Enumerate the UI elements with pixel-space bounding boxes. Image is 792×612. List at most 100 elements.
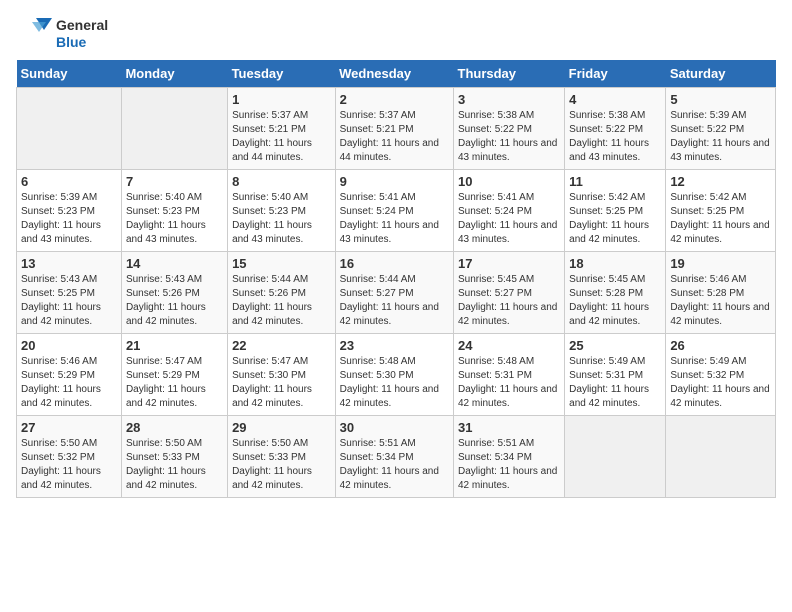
calendar-cell <box>17 88 122 170</box>
day-info: Sunrise: 5:46 AMSunset: 5:28 PMDaylight:… <box>670 274 769 327</box>
day-info: Sunrise: 5:48 AMSunset: 5:31 PMDaylight:… <box>458 356 557 409</box>
day-info: Sunrise: 5:42 AMSunset: 5:25 PMDaylight:… <box>569 192 649 245</box>
day-number: 16 <box>340 256 449 271</box>
day-info: Sunrise: 5:47 AMSunset: 5:29 PMDaylight:… <box>126 356 206 409</box>
calendar-cell: 7 Sunrise: 5:40 AMSunset: 5:23 PMDayligh… <box>121 170 227 252</box>
day-info: Sunrise: 5:44 AMSunset: 5:26 PMDaylight:… <box>232 274 312 327</box>
day-number: 28 <box>126 420 223 435</box>
day-number: 13 <box>21 256 117 271</box>
day-number: 11 <box>569 174 661 189</box>
day-number: 7 <box>126 174 223 189</box>
day-info: Sunrise: 5:39 AMSunset: 5:23 PMDaylight:… <box>21 192 101 245</box>
day-number: 31 <box>458 420 560 435</box>
day-info: Sunrise: 5:38 AMSunset: 5:22 PMDaylight:… <box>569 110 649 163</box>
day-number: 24 <box>458 338 560 353</box>
day-number: 5 <box>670 92 771 107</box>
calendar-table: SundayMondayTuesdayWednesdayThursdayFrid… <box>16 60 776 498</box>
day-info: Sunrise: 5:37 AMSunset: 5:21 PMDaylight:… <box>340 110 439 163</box>
day-info: Sunrise: 5:38 AMSunset: 5:22 PMDaylight:… <box>458 110 557 163</box>
day-info: Sunrise: 5:41 AMSunset: 5:24 PMDaylight:… <box>340 192 439 245</box>
day-info: Sunrise: 5:40 AMSunset: 5:23 PMDaylight:… <box>232 192 312 245</box>
logo-general: General <box>56 17 108 34</box>
calendar-cell: 4 Sunrise: 5:38 AMSunset: 5:22 PMDayligh… <box>565 88 666 170</box>
day-info: Sunrise: 5:44 AMSunset: 5:27 PMDaylight:… <box>340 274 439 327</box>
header-day-thursday: Thursday <box>454 60 565 88</box>
calendar-cell: 19 Sunrise: 5:46 AMSunset: 5:28 PMDaylig… <box>666 252 776 334</box>
header-day-sunday: Sunday <box>17 60 122 88</box>
header-day-monday: Monday <box>121 60 227 88</box>
header: General Blue <box>16 16 776 52</box>
calendar-cell: 20 Sunrise: 5:46 AMSunset: 5:29 PMDaylig… <box>17 334 122 416</box>
calendar-week-5: 27 Sunrise: 5:50 AMSunset: 5:32 PMDaylig… <box>17 416 776 498</box>
day-number: 14 <box>126 256 223 271</box>
calendar-cell: 29 Sunrise: 5:50 AMSunset: 5:33 PMDaylig… <box>228 416 336 498</box>
day-info: Sunrise: 5:39 AMSunset: 5:22 PMDaylight:… <box>670 110 769 163</box>
logo-blue: Blue <box>56 34 108 51</box>
calendar-cell: 8 Sunrise: 5:40 AMSunset: 5:23 PMDayligh… <box>228 170 336 252</box>
header-day-saturday: Saturday <box>666 60 776 88</box>
calendar-cell: 27 Sunrise: 5:50 AMSunset: 5:32 PMDaylig… <box>17 416 122 498</box>
calendar-cell: 31 Sunrise: 5:51 AMSunset: 5:34 PMDaylig… <box>454 416 565 498</box>
day-number: 21 <box>126 338 223 353</box>
calendar-cell: 21 Sunrise: 5:47 AMSunset: 5:29 PMDaylig… <box>121 334 227 416</box>
logo: General Blue <box>16 16 108 52</box>
day-info: Sunrise: 5:46 AMSunset: 5:29 PMDaylight:… <box>21 356 101 409</box>
day-info: Sunrise: 5:43 AMSunset: 5:26 PMDaylight:… <box>126 274 206 327</box>
day-info: Sunrise: 5:49 AMSunset: 5:32 PMDaylight:… <box>670 356 769 409</box>
day-info: Sunrise: 5:51 AMSunset: 5:34 PMDaylight:… <box>458 438 557 491</box>
calendar-cell: 13 Sunrise: 5:43 AMSunset: 5:25 PMDaylig… <box>17 252 122 334</box>
day-info: Sunrise: 5:50 AMSunset: 5:32 PMDaylight:… <box>21 438 101 491</box>
calendar-cell: 12 Sunrise: 5:42 AMSunset: 5:25 PMDaylig… <box>666 170 776 252</box>
day-info: Sunrise: 5:41 AMSunset: 5:24 PMDaylight:… <box>458 192 557 245</box>
day-number: 22 <box>232 338 331 353</box>
calendar-cell: 17 Sunrise: 5:45 AMSunset: 5:27 PMDaylig… <box>454 252 565 334</box>
calendar-cell: 1 Sunrise: 5:37 AMSunset: 5:21 PMDayligh… <box>228 88 336 170</box>
calendar-cell: 18 Sunrise: 5:45 AMSunset: 5:28 PMDaylig… <box>565 252 666 334</box>
day-number: 17 <box>458 256 560 271</box>
calendar-cell: 5 Sunrise: 5:39 AMSunset: 5:22 PMDayligh… <box>666 88 776 170</box>
calendar-cell: 23 Sunrise: 5:48 AMSunset: 5:30 PMDaylig… <box>335 334 453 416</box>
day-number: 10 <box>458 174 560 189</box>
calendar-cell: 2 Sunrise: 5:37 AMSunset: 5:21 PMDayligh… <box>335 88 453 170</box>
calendar-cell: 22 Sunrise: 5:47 AMSunset: 5:30 PMDaylig… <box>228 334 336 416</box>
day-info: Sunrise: 5:48 AMSunset: 5:30 PMDaylight:… <box>340 356 439 409</box>
calendar-cell <box>666 416 776 498</box>
day-number: 27 <box>21 420 117 435</box>
calendar-cell: 25 Sunrise: 5:49 AMSunset: 5:31 PMDaylig… <box>565 334 666 416</box>
day-info: Sunrise: 5:47 AMSunset: 5:30 PMDaylight:… <box>232 356 312 409</box>
calendar-cell: 15 Sunrise: 5:44 AMSunset: 5:26 PMDaylig… <box>228 252 336 334</box>
calendar-header-row: SundayMondayTuesdayWednesdayThursdayFrid… <box>17 60 776 88</box>
calendar-week-3: 13 Sunrise: 5:43 AMSunset: 5:25 PMDaylig… <box>17 252 776 334</box>
calendar-cell <box>121 88 227 170</box>
day-info: Sunrise: 5:45 AMSunset: 5:27 PMDaylight:… <box>458 274 557 327</box>
calendar-week-4: 20 Sunrise: 5:46 AMSunset: 5:29 PMDaylig… <box>17 334 776 416</box>
calendar-cell: 26 Sunrise: 5:49 AMSunset: 5:32 PMDaylig… <box>666 334 776 416</box>
day-info: Sunrise: 5:37 AMSunset: 5:21 PMDaylight:… <box>232 110 312 163</box>
day-info: Sunrise: 5:50 AMSunset: 5:33 PMDaylight:… <box>126 438 206 491</box>
day-number: 29 <box>232 420 331 435</box>
day-number: 12 <box>670 174 771 189</box>
day-info: Sunrise: 5:45 AMSunset: 5:28 PMDaylight:… <box>569 274 649 327</box>
day-number: 20 <box>21 338 117 353</box>
day-info: Sunrise: 5:50 AMSunset: 5:33 PMDaylight:… <box>232 438 312 491</box>
day-number: 4 <box>569 92 661 107</box>
day-number: 1 <box>232 92 331 107</box>
header-day-friday: Friday <box>565 60 666 88</box>
day-number: 30 <box>340 420 449 435</box>
calendar-cell: 11 Sunrise: 5:42 AMSunset: 5:25 PMDaylig… <box>565 170 666 252</box>
calendar-cell: 30 Sunrise: 5:51 AMSunset: 5:34 PMDaylig… <box>335 416 453 498</box>
calendar-week-2: 6 Sunrise: 5:39 AMSunset: 5:23 PMDayligh… <box>17 170 776 252</box>
calendar-cell: 28 Sunrise: 5:50 AMSunset: 5:33 PMDaylig… <box>121 416 227 498</box>
calendar-cell: 10 Sunrise: 5:41 AMSunset: 5:24 PMDaylig… <box>454 170 565 252</box>
day-info: Sunrise: 5:42 AMSunset: 5:25 PMDaylight:… <box>670 192 769 245</box>
day-info: Sunrise: 5:43 AMSunset: 5:25 PMDaylight:… <box>21 274 101 327</box>
day-info: Sunrise: 5:51 AMSunset: 5:34 PMDaylight:… <box>340 438 439 491</box>
day-info: Sunrise: 5:40 AMSunset: 5:23 PMDaylight:… <box>126 192 206 245</box>
calendar-cell: 6 Sunrise: 5:39 AMSunset: 5:23 PMDayligh… <box>17 170 122 252</box>
day-number: 25 <box>569 338 661 353</box>
day-number: 18 <box>569 256 661 271</box>
calendar-week-1: 1 Sunrise: 5:37 AMSunset: 5:21 PMDayligh… <box>17 88 776 170</box>
day-number: 26 <box>670 338 771 353</box>
day-number: 6 <box>21 174 117 189</box>
calendar-cell: 14 Sunrise: 5:43 AMSunset: 5:26 PMDaylig… <box>121 252 227 334</box>
